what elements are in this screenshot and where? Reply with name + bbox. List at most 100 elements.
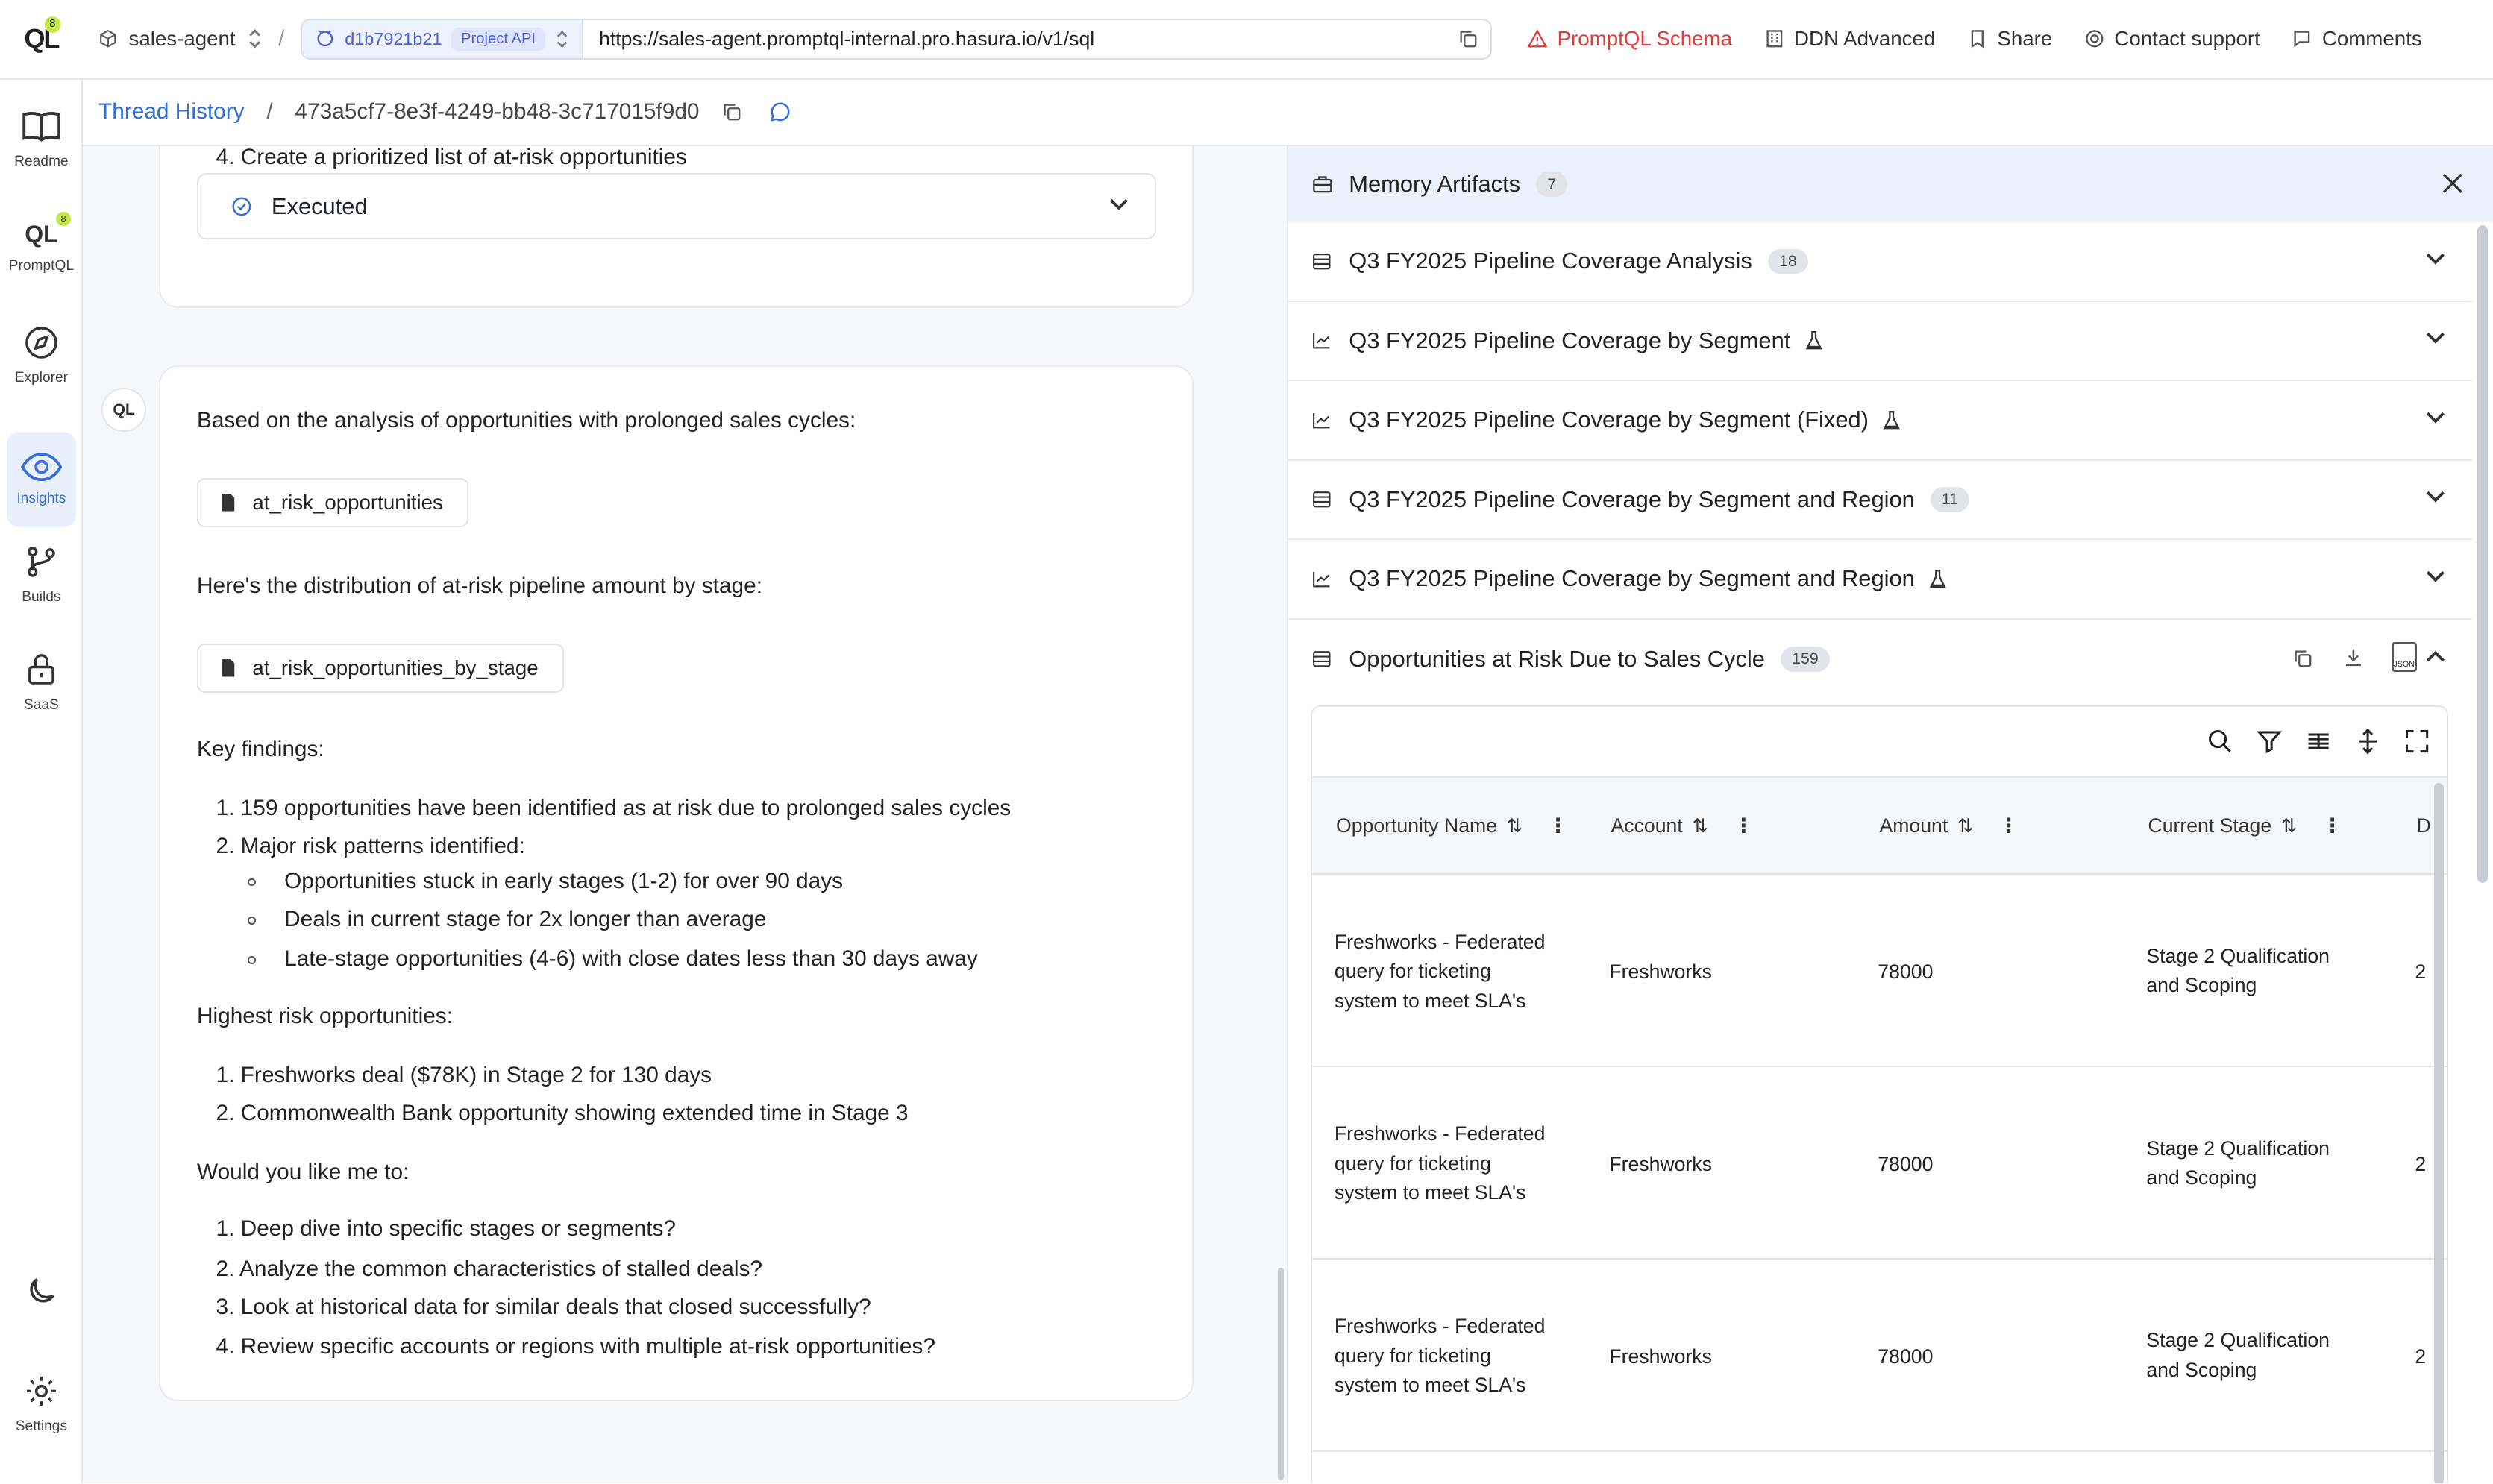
table-row[interactable]: Freshworks - Federated query for ticketi… bbox=[1312, 1260, 2447, 1452]
topbar-separator: / bbox=[278, 26, 285, 51]
cell-account: Freshworks bbox=[1609, 1345, 1712, 1368]
column-menu-icon[interactable]: ⋮ bbox=[1998, 814, 2019, 837]
table-row[interactable]: Freshworks - Federated query for ticketi… bbox=[1312, 875, 2447, 1068]
bullet-icon bbox=[248, 878, 256, 887]
contact-support-link[interactable]: Contact support bbox=[2084, 27, 2260, 51]
sidebar-item-builds[interactable]: Builds bbox=[7, 527, 77, 623]
artifact-row[interactable]: Q3 FY2025 Pipeline Coverage by Segment (… bbox=[1288, 381, 2473, 461]
artifact-name: Q3 FY2025 Pipeline Coverage Analysis bbox=[1349, 248, 1752, 274]
column-header-amount[interactable]: Amount ⇅ ⋮ bbox=[1880, 814, 2019, 837]
download-icon[interactable] bbox=[2342, 647, 2365, 669]
check-circle-icon bbox=[232, 197, 251, 216]
promptql-icon: QL 8 bbox=[25, 211, 71, 248]
moon-icon bbox=[30, 1278, 54, 1303]
cell-line: system to meet SLA's bbox=[1334, 1374, 1526, 1397]
sort-icon[interactable]: ⇅ bbox=[2281, 815, 2297, 837]
column-menu-icon[interactable]: ⋮ bbox=[2322, 814, 2342, 837]
book-icon bbox=[22, 111, 60, 142]
artifact-name: Q3 FY2025 Pipeline Coverage by Segment a… bbox=[1349, 485, 1915, 512]
cell-truncated: 2 bbox=[2415, 960, 2427, 984]
artifact-chip-at-risk[interactable]: at_risk_opportunities bbox=[196, 477, 468, 527]
chart-icon bbox=[1313, 571, 1330, 588]
app-window: QL 8 sales-agent / d1b7921b21 Project AP… bbox=[0, 0, 2493, 1484]
artifact-row-expanded[interactable]: Opportunities at Risk Due to Sales Cycle… bbox=[1288, 620, 2472, 699]
chat-scrollbar[interactable] bbox=[1277, 1267, 1285, 1481]
memory-artifacts-panel: Memory Artifacts 7 Q3 FY2025 Pipeline Co… bbox=[1287, 145, 2493, 1484]
project-id-selector[interactable]: d1b7921b21 Project API bbox=[301, 19, 583, 58]
sidebar-label: SaaS bbox=[23, 697, 59, 713]
sidebar-item-readme[interactable]: Readme bbox=[7, 92, 77, 188]
promptql-schema-link[interactable]: PromptQL Schema bbox=[1527, 27, 1732, 51]
sidebar-item-settings[interactable]: Settings bbox=[7, 1356, 77, 1452]
chevron-down-icon bbox=[2427, 253, 2445, 265]
cell-amount: 78000 bbox=[1878, 960, 1934, 984]
sidebar-item-insights[interactable]: Insights bbox=[6, 432, 77, 528]
table-row[interactable]: Freshworks - Federated query for ticketi… bbox=[1312, 1067, 2447, 1260]
cell-line: system to meet SLA's bbox=[1334, 989, 1526, 1012]
breadcrumb-separator: / bbox=[266, 99, 273, 125]
lock-icon bbox=[28, 654, 54, 685]
sort-icon[interactable]: ⇅ bbox=[1507, 815, 1523, 837]
sort-icon[interactable]: ⇅ bbox=[1692, 815, 1708, 837]
table-scrollbar[interactable] bbox=[2433, 782, 2444, 1484]
sidebar-label: Settings bbox=[15, 1418, 67, 1434]
promptql-logo[interactable]: QL 8 bbox=[0, 0, 83, 79]
artifact-chip-label: at_risk_opportunities_by_stage bbox=[252, 655, 539, 679]
sidebar-item-explorer[interactable]: Explorer bbox=[7, 308, 77, 403]
sidebar-label: Builds bbox=[22, 588, 61, 605]
api-url[interactable]: https://sales-agent.promptql-internal.pr… bbox=[583, 28, 1458, 51]
column-menu-icon[interactable]: ⋮ bbox=[1734, 814, 1754, 837]
share-link[interactable]: Share bbox=[1967, 27, 2052, 51]
column-header-truncated[interactable]: D bbox=[2416, 814, 2430, 837]
artifact-row[interactable]: Q3 FY2025 Pipeline Coverage by Segment bbox=[1288, 302, 2473, 382]
cell-line: Stage 2 Qualification bbox=[2146, 944, 2330, 967]
cell-account: Freshworks bbox=[1609, 960, 1712, 984]
project-selector[interactable]: sales-agent bbox=[98, 27, 263, 51]
sidebar-badge: 8 bbox=[56, 211, 71, 226]
sidebar-item-saas[interactable]: SaaS bbox=[7, 635, 77, 731]
cell-stage: Stage 2 Qualification and Scoping bbox=[2146, 942, 2330, 1001]
json-export-button[interactable]: JSON bbox=[2391, 641, 2417, 672]
assistant-message-card: Based on the analysis of opportunities w… bbox=[158, 365, 1194, 1401]
panel-scrollbar[interactable] bbox=[2477, 225, 2489, 884]
artifact-name: Q3 FY2025 Pipeline Coverage by Segment a… bbox=[1349, 565, 1915, 592]
theme-toggle[interactable] bbox=[7, 1248, 77, 1344]
chat-thread: 4. Create a prioritized list of at-risk … bbox=[82, 145, 1288, 1484]
artifact-chip-by-stage[interactable]: at_risk_opportunities_by_stage bbox=[196, 643, 564, 693]
artifact-row[interactable]: Q3 FY2025 Pipeline Coverage by Segment a… bbox=[1288, 461, 2473, 541]
artifact-row[interactable]: Q3 FY2025 Pipeline Coverage by Segment a… bbox=[1288, 540, 2473, 620]
row-height-icon[interactable] bbox=[2354, 728, 2381, 755]
briefcase-icon bbox=[1313, 176, 1332, 193]
copy-icon[interactable] bbox=[1458, 28, 1478, 49]
bullet-icon bbox=[248, 956, 256, 964]
columns-icon[interactable] bbox=[2305, 728, 2332, 755]
column-header-label: Opportunity Name bbox=[1336, 814, 1497, 837]
sidebar-item-promptql[interactable]: QL 8 PromptQL bbox=[7, 200, 77, 295]
intro-text: Based on the analysis of opportunities w… bbox=[196, 408, 856, 433]
chevron-down-icon bbox=[2427, 412, 2445, 424]
key-findings-title: Key findings: bbox=[196, 737, 324, 762]
copy-icon[interactable] bbox=[2292, 648, 2313, 669]
column-header-opportunity[interactable]: Opportunity Name ⇅ ⋮ bbox=[1336, 814, 1568, 837]
chat-bubble-icon[interactable] bbox=[769, 101, 791, 123]
comments-link[interactable]: Comments bbox=[2292, 27, 2422, 51]
column-menu-icon[interactable]: ⋮ bbox=[1548, 814, 1568, 837]
filter-icon[interactable] bbox=[2256, 728, 2283, 755]
column-header-account[interactable]: Account ⇅ ⋮ bbox=[1611, 814, 1754, 837]
copy-icon[interactable] bbox=[721, 101, 742, 122]
fullscreen-icon[interactable] bbox=[2403, 728, 2430, 755]
search-icon[interactable] bbox=[2207, 728, 2233, 755]
plan-step: 4. Create a prioritized list of at-risk … bbox=[216, 145, 687, 169]
sort-icon[interactable]: ⇅ bbox=[1957, 815, 1973, 837]
column-header-stage[interactable]: Current Stage ⇅ ⋮ bbox=[2148, 814, 2342, 837]
pattern-item: Late-stage opportunities (4-6) with clos… bbox=[284, 946, 978, 972]
pattern-item: Deals in current stage for 2x longer tha… bbox=[284, 907, 767, 932]
artifact-row[interactable]: Q3 FY2025 Pipeline Coverage Analysis 18 bbox=[1288, 222, 2473, 302]
close-icon[interactable] bbox=[2442, 173, 2463, 194]
breadcrumb: Thread History / 473a5cf7-8e3f-4249-bb48… bbox=[82, 79, 2493, 146]
cell-opportunity-name: Freshworks - Federated query for ticketi… bbox=[1335, 928, 1545, 1016]
executed-label: Executed bbox=[271, 192, 368, 219]
ddn-advanced-link[interactable]: DDN Advanced bbox=[1764, 27, 1935, 51]
executed-toggle[interactable]: Executed bbox=[196, 173, 1157, 240]
thread-history-link[interactable]: Thread History bbox=[98, 99, 245, 125]
